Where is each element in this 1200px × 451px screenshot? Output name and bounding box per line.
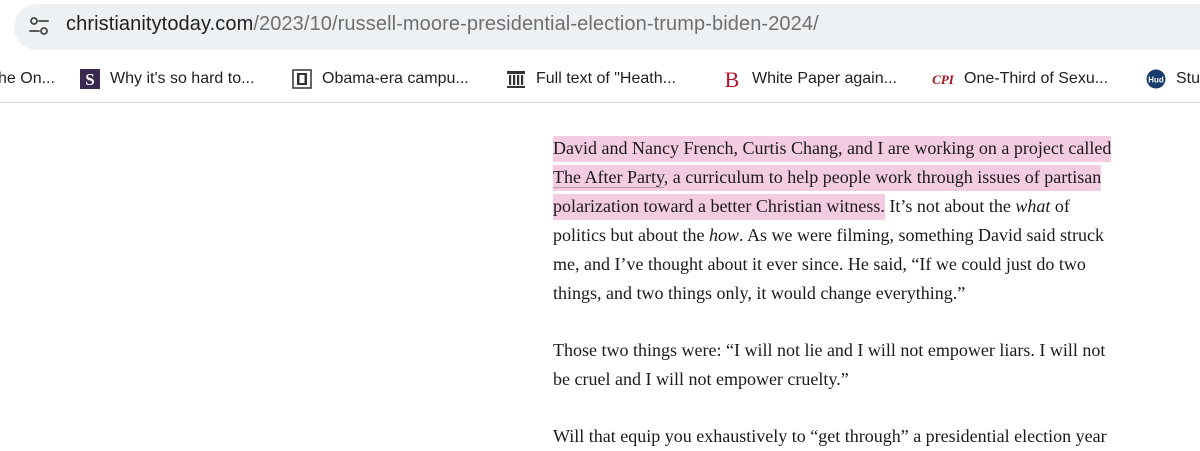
svg-text:B: B bbox=[725, 68, 740, 90]
paragraph: Will that equip you exhaustively to “get… bbox=[553, 422, 1153, 451]
highlighted-text: David and Nancy French, Curtis Chang, an… bbox=[553, 136, 1112, 162]
url-path: /2023/10/russell-moore-presidential-elec… bbox=[253, 13, 819, 35]
bookmark-label: Why it's so hard to... bbox=[110, 70, 255, 87]
body-text: It’s not about the bbox=[884, 196, 1016, 216]
bookmarks-bar: he On... S Why it's so hard to... Obama-… bbox=[0, 56, 1200, 103]
svg-text:CPI: CPI bbox=[932, 72, 955, 87]
body-text: . As we were filming, something David sa… bbox=[739, 225, 1104, 245]
paragraph: Those two things were: “I will not lie a… bbox=[553, 336, 1153, 394]
bookmark-item[interactable]: he On... bbox=[0, 56, 55, 102]
after-party-link[interactable]: The After Party bbox=[553, 167, 664, 188]
archive-icon bbox=[506, 69, 526, 89]
highlighted-text: , a curriculum to help people work throu… bbox=[663, 167, 1102, 187]
svg-text:S: S bbox=[85, 70, 94, 89]
text-line: Those two things were: “I will not lie a… bbox=[553, 340, 1106, 360]
paragraph: David and Nancy French, Curtis Chang, an… bbox=[553, 134, 1153, 308]
text-line: David and Nancy French, Curtis Chang, an… bbox=[553, 134, 1153, 163]
bookmark-label: White Paper again... bbox=[752, 70, 897, 87]
text-line: things, and two things only, it would ch… bbox=[553, 283, 966, 303]
hud-logo-icon: Hud bbox=[1146, 69, 1166, 89]
bookmark-item[interactable]: Full text of "Heath... bbox=[506, 56, 676, 102]
bookmark-item[interactable]: CPI One-Third of Sexu... bbox=[930, 56, 1108, 102]
url-domain: christianitytoday.com bbox=[66, 13, 254, 35]
emphasis-text: how bbox=[708, 225, 739, 245]
text-line: politics but about the how. As we were f… bbox=[553, 221, 1153, 250]
text-line: The After Party, a curriculum to help pe… bbox=[553, 163, 1153, 192]
cpi-logo-icon: CPI bbox=[930, 69, 956, 89]
highlighted-text: polarization toward a better Christian w… bbox=[553, 194, 885, 220]
bookmark-label: he On... bbox=[0, 70, 55, 87]
s-logo-icon: S bbox=[80, 69, 100, 89]
body-text: of bbox=[1050, 196, 1070, 216]
text-line: Will that equip you exhaustively to “get… bbox=[553, 426, 1107, 446]
emphasis-text: what bbox=[1015, 196, 1051, 216]
tune-icon[interactable] bbox=[28, 15, 50, 37]
bookmark-item[interactable]: Obama-era campu... bbox=[292, 56, 469, 102]
bookmark-item[interactable]: B White Paper again... bbox=[722, 56, 897, 102]
bookmark-label: Full text of "Heath... bbox=[536, 70, 676, 87]
text-line: me, and I’ve thought about it ever since… bbox=[553, 254, 1086, 274]
browser-toolbar: christianitytoday.com/2023/10/russell-mo… bbox=[0, 0, 1200, 56]
body-text: politics but about the bbox=[553, 225, 709, 245]
bookmark-item[interactable]: S Why it's so hard to... bbox=[80, 56, 254, 102]
svg-text:Hud: Hud bbox=[1148, 76, 1164, 85]
bookmark-label: Stu bbox=[1176, 70, 1200, 87]
bookmark-label: Obama-era campu... bbox=[322, 70, 469, 87]
text-line: be cruel and I will not empower cruelty.… bbox=[553, 369, 849, 389]
bookmark-label: One-Third of Sexu... bbox=[964, 70, 1109, 87]
article-body: David and Nancy French, Curtis Chang, an… bbox=[553, 134, 1153, 451]
text-line: polarization toward a better Christian w… bbox=[553, 192, 1153, 221]
b-logo-icon: B bbox=[722, 68, 742, 90]
url-text[interactable]: christianitytoday.com/2023/10/russell-mo… bbox=[66, 13, 819, 36]
bookmark-item[interactable]: Hud Stu bbox=[1146, 56, 1200, 102]
newspaper-logo-icon bbox=[292, 69, 312, 89]
